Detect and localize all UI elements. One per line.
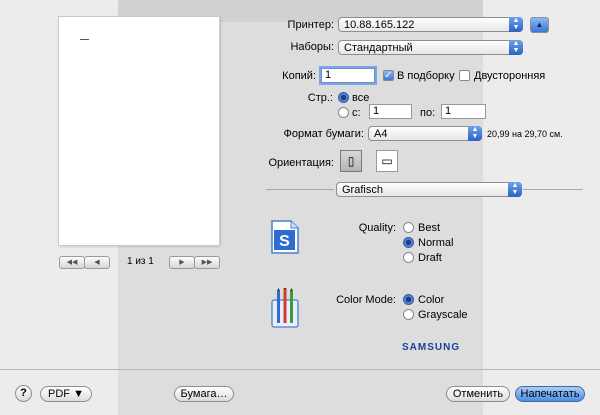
preview-text-mark bbox=[80, 39, 89, 40]
presets-label: Наборы: bbox=[290, 41, 334, 53]
panel-select[interactable]: Grafisch ▲ ▼ bbox=[336, 182, 522, 197]
copies-input[interactable]: 1 bbox=[321, 68, 375, 83]
quality-label: Quality: bbox=[358, 222, 396, 234]
paper-size-select[interactable]: A4 ▲ ▼ bbox=[368, 126, 482, 141]
paper-size-value: A4 bbox=[374, 128, 388, 140]
presets-value: Стандартный bbox=[344, 42, 413, 54]
svg-text:S: S bbox=[279, 233, 290, 250]
color-mode-color-label: Color bbox=[418, 294, 445, 306]
separator-right bbox=[523, 189, 583, 190]
next-page-button[interactable]: ▶ bbox=[169, 256, 195, 269]
color-mode-color-radio[interactable] bbox=[403, 294, 414, 305]
chevron-updown-icon: ▲ ▼ bbox=[509, 17, 523, 32]
pages-to-input[interactable]: 1 bbox=[441, 104, 486, 119]
samsung-logo: SAMSUNG bbox=[402, 342, 461, 353]
pdf-menu-button[interactable]: PDF ▼ bbox=[40, 386, 92, 402]
pages-all-label: все bbox=[352, 92, 370, 104]
quality-best-radio[interactable] bbox=[403, 222, 414, 233]
pages-all-radio[interactable] bbox=[338, 92, 349, 103]
quality-normal-label: Normal bbox=[418, 237, 454, 249]
cancel-button[interactable]: Отменить bbox=[446, 386, 510, 402]
document-s-icon: S bbox=[271, 220, 299, 254]
orientation-portrait-button[interactable]: ▯ bbox=[340, 150, 362, 172]
help-button[interactable]: ? bbox=[15, 385, 32, 402]
color-mode-label: Color Mode: bbox=[336, 294, 396, 306]
portrait-icon: ▯ bbox=[347, 154, 355, 168]
chevron-updown-icon: ▲ ▼ bbox=[508, 182, 522, 197]
quality-draft-radio[interactable] bbox=[403, 252, 414, 263]
duplex-label: Двусторонняя bbox=[474, 70, 546, 82]
collate-checkbox[interactable]: ✓ bbox=[383, 70, 394, 81]
chevron-updown-icon: ▲ ▼ bbox=[468, 126, 482, 141]
orientation-landscape-button[interactable]: ▭ bbox=[376, 150, 398, 172]
pages-label: Стр.: bbox=[307, 92, 333, 104]
print-button[interactable]: Напечатать bbox=[515, 386, 585, 402]
printer-label: Принтер: bbox=[287, 19, 334, 31]
color-mode-grayscale-radio[interactable] bbox=[403, 309, 414, 320]
footer-separator bbox=[0, 369, 600, 370]
copies-label: Копий: bbox=[282, 70, 316, 82]
printer-value: 10.88.165.122 bbox=[344, 19, 415, 31]
presets-select[interactable]: Стандартный ▲ ▼ bbox=[338, 40, 523, 55]
printer-select[interactable]: 10.88.165.122 ▲ ▼ bbox=[338, 17, 523, 32]
separator-left bbox=[266, 189, 334, 190]
first-page-button[interactable]: ◀◀ bbox=[59, 256, 85, 269]
orientation-label: Ориентация: bbox=[268, 157, 334, 169]
color-pens-icon bbox=[271, 288, 299, 328]
pages-from-label: с: bbox=[352, 107, 361, 119]
quality-normal-radio[interactable] bbox=[403, 237, 414, 248]
quality-draft-label: Draft bbox=[418, 252, 442, 264]
pages-from-input[interactable]: 1 bbox=[369, 104, 412, 119]
color-mode-grayscale-label: Grayscale bbox=[418, 309, 468, 321]
paper-setup-button[interactable]: Бумага… bbox=[174, 386, 234, 402]
paper-size-label: Формат бумаги: bbox=[283, 128, 364, 140]
landscape-icon: ▭ bbox=[381, 154, 393, 168]
quality-best-label: Best bbox=[418, 222, 441, 234]
pages-range-radio[interactable] bbox=[338, 107, 349, 118]
chevron-updown-icon: ▲ ▼ bbox=[509, 40, 523, 55]
last-page-button[interactable]: ▶▶ bbox=[194, 256, 220, 269]
page-counter: 1 из 1 bbox=[127, 256, 154, 267]
paper-size-dimensions: 20,99 на 29,70 см. bbox=[487, 129, 563, 139]
prev-page-button[interactable]: ◀ bbox=[84, 256, 110, 269]
pages-to-label: по: bbox=[420, 107, 436, 119]
page-preview bbox=[59, 17, 219, 245]
print-dialog: ◀◀ ◀ 1 из 1 ▶ ▶▶ Принтер: 10.88.165.122 … bbox=[0, 0, 600, 415]
panel-value: Grafisch bbox=[342, 184, 383, 196]
collate-label: В подборку bbox=[397, 70, 455, 82]
duplex-checkbox[interactable] bbox=[459, 70, 470, 81]
collapse-triangle-button[interactable]: ▲ bbox=[530, 17, 549, 33]
